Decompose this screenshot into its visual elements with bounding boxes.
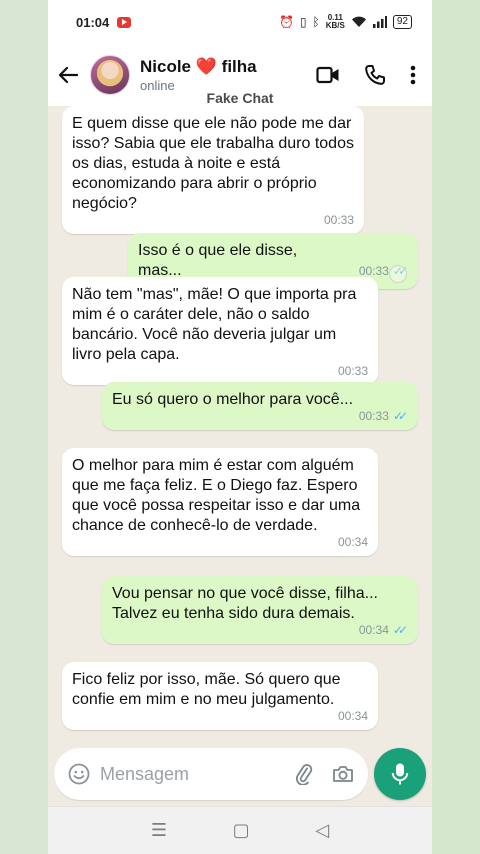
emoji-icon[interactable] xyxy=(68,763,90,785)
message-text: Fico feliz por isso, mãe. Só quero que c… xyxy=(72,671,341,708)
phone-screen: 01:04 ⏰ ▯ ᛒ 0.11 KB/S 92 Nicole ❤️ filha xyxy=(48,0,432,854)
contact-first-name: Nicole xyxy=(140,57,192,76)
message-outgoing[interactable]: Eu só quero o melhor para você... 00:33 ✓… xyxy=(102,382,418,430)
wifi-icon xyxy=(351,16,366,27)
signal-icon xyxy=(372,16,387,28)
message-text: Vou pensar no que você disse, filha... T… xyxy=(112,585,378,622)
message-incoming[interactable]: Não tem "mas", mãe! O que importa pra mi… xyxy=(62,277,378,385)
message-meta: 00:34 xyxy=(338,706,368,726)
nav-back-icon[interactable]: ◁ xyxy=(315,820,329,841)
message-text: E quem disse que ele não pode me dar iss… xyxy=(72,115,354,212)
phone-icon[interactable] xyxy=(364,64,386,86)
message-incoming[interactable]: Fico feliz por isso, mãe. Só quero que c… xyxy=(62,662,378,730)
video-frame-right xyxy=(432,0,480,854)
message-meta: 00:34 ✓✓ xyxy=(359,620,408,640)
message-time: 00:34 xyxy=(358,623,389,637)
contact-avatar[interactable] xyxy=(90,55,130,95)
composer-actions xyxy=(294,763,354,785)
battery-indicator: 92 xyxy=(392,15,412,29)
message-meta: 00:33 xyxy=(324,210,354,230)
message-time: 00:33 xyxy=(358,409,389,423)
alarm-icon: ⏰ xyxy=(278,15,294,29)
message-text: O melhor para mim é estar com alguém que… xyxy=(72,457,361,534)
status-time: 01:04 xyxy=(76,14,110,30)
message-time: 00:34 xyxy=(337,709,368,723)
camera-icon[interactable] xyxy=(332,764,354,784)
contact-name: Nicole ❤️ filha xyxy=(140,57,257,77)
contact-name-suffix: filha xyxy=(221,57,257,76)
message-outgoing[interactable]: Vou pensar no que você disse, filha... T… xyxy=(102,576,418,644)
video-call-icon[interactable] xyxy=(316,66,340,84)
message-text: Não tem "mas", mãe! O que importa pra mi… xyxy=(72,286,357,363)
bluetooth-icon: ᛒ xyxy=(312,15,320,29)
watermark-label: Fake Chat xyxy=(206,90,274,106)
net-speed: 0.11 KB/S xyxy=(326,14,345,30)
message-meta: 00:34 xyxy=(338,532,368,552)
nav-home-icon[interactable]: ▢ xyxy=(233,820,250,841)
message-time: 00:33 xyxy=(323,213,354,227)
attach-icon[interactable] xyxy=(294,763,314,785)
back-arrow-icon[interactable] xyxy=(56,63,80,87)
contact-info[interactable]: Nicole ❤️ filha online xyxy=(140,57,257,93)
mic-button[interactable] xyxy=(374,748,426,800)
message-meta: 00:33 xyxy=(338,361,368,381)
more-vert-icon[interactable] xyxy=(410,65,416,85)
message-input[interactable]: Mensagem xyxy=(100,764,294,785)
status-icons: ⏰ ▯ ᛒ 0.11 KB/S 92 xyxy=(279,14,412,30)
read-ticks-icon: ✓✓ xyxy=(392,623,408,637)
nav-recents-icon[interactable]: ☰ xyxy=(151,820,167,841)
mic-icon xyxy=(391,763,409,785)
touch-indicator xyxy=(389,265,407,283)
system-nav-bar: ☰ ▢ ◁ xyxy=(48,806,432,854)
net-speed-unit: KB/S xyxy=(325,21,345,30)
vibrate-icon: ▯ xyxy=(299,15,307,29)
video-frame-left xyxy=(0,0,48,854)
message-incoming[interactable]: E quem disse que ele não pode me dar iss… xyxy=(62,106,364,234)
youtube-notification-icon xyxy=(117,16,132,28)
message-text: Isso é o que ele disse, mas... xyxy=(138,242,298,279)
message-composer[interactable]: Mensagem xyxy=(54,748,368,800)
message-time: 00:33 xyxy=(337,364,368,378)
status-bar: 01:04 ⏰ ▯ ᛒ 0.11 KB/S 92 xyxy=(48,0,432,44)
message-text: Eu só quero o melhor para você... xyxy=(112,391,354,408)
read-ticks-icon: ✓✓ xyxy=(392,409,408,423)
message-incoming[interactable]: O melhor para mim é estar com alguém que… xyxy=(62,448,378,556)
header-actions xyxy=(316,64,432,86)
message-time: 00:34 xyxy=(337,535,368,549)
message-meta: 00:33 ✓✓ xyxy=(359,406,408,426)
heart-emoji: ❤️ xyxy=(195,57,217,76)
